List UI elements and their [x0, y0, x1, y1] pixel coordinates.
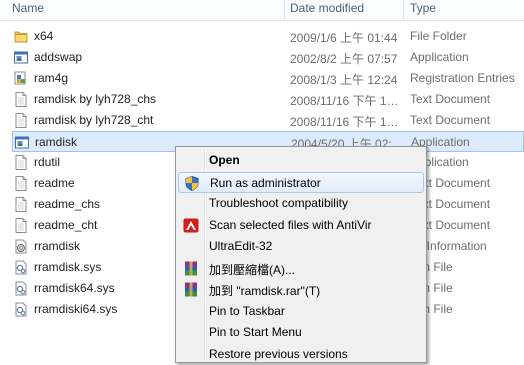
column-header-type[interactable]: Type — [410, 0, 436, 20]
file-type: Text Document — [410, 92, 491, 106]
file-name: ram4g — [34, 71, 69, 85]
menu-item-open[interactable]: Open — [178, 150, 424, 171]
column-header-name[interactable]: Name — [12, 0, 44, 20]
menu-item-label: Troubleshoot compatibility — [209, 196, 348, 210]
file-name: rramdisk — [34, 239, 81, 253]
folder-icon — [14, 29, 28, 44]
menu-item-restore-previous-versions[interactable]: Restore previous versions — [178, 344, 424, 365]
setup-info-icon — [14, 239, 28, 254]
file-name: rramdisk.sys — [34, 260, 102, 274]
winrar-icon — [183, 261, 199, 276]
registry-file-icon — [14, 71, 28, 86]
file-name: readme_cht — [34, 218, 98, 232]
menu-item-label: Restore previous versions — [209, 346, 348, 361]
text-document-icon — [14, 113, 28, 128]
application-icon — [15, 135, 29, 150]
menu-item-ultraedit-32[interactable]: UltraEdit-32 — [178, 236, 424, 257]
system-file-icon — [14, 260, 28, 275]
text-document-icon — [14, 176, 28, 191]
menu-item-label: Run as administrator — [210, 175, 321, 190]
text-document-icon — [14, 197, 28, 212]
file-name: rdutil — [34, 155, 61, 169]
file-name: ramdisk by lyh728_cht — [34, 113, 154, 127]
menu-item-label: Pin to Start Menu — [209, 325, 302, 339]
file-date-modified: 2002/8/2 上午 07:57 — [290, 52, 398, 66]
menu-item-label: UltraEdit-32 — [209, 239, 273, 253]
column-divider[interactable] — [403, 0, 404, 20]
menu-item-label: 加到 "ramdisk.rar"(T) — [209, 284, 321, 298]
file-name: ramdisk — [35, 135, 78, 149]
file-type: Text Document — [410, 113, 491, 127]
menu-item-pin-to-taskbar[interactable]: Pin to Taskbar — [178, 301, 424, 322]
menu-item-run-as-administrator[interactable]: Run as administrator — [178, 171, 424, 193]
file-date-modified: 2008/11/16 下午 1… — [290, 94, 399, 108]
file-date-modified: 2008/1/3 上午 12:24 — [290, 73, 398, 87]
text-document-icon — [14, 218, 28, 233]
menu-item-ramdisk-rar-t[interactable]: 加到 "ramdisk.rar"(T) — [178, 279, 424, 300]
menu-item-pin-to-start-menu[interactable]: Pin to Start Menu — [178, 322, 424, 343]
column-header-bar: Name Date modified Type — [0, 0, 524, 21]
antivir-icon — [183, 218, 199, 233]
winrar-icon — [183, 282, 199, 297]
file-type: File Folder — [410, 29, 467, 43]
file-row[interactable]: ramdisk by lyh728_chs 2008/11/16 下午 1… Tex… — [12, 89, 524, 110]
menu-item-label: Pin to Taskbar — [209, 303, 285, 318]
menu-item-label: Open — [209, 153, 240, 167]
text-document-icon — [14, 155, 28, 170]
menu-item-troubleshoot-compatibility[interactable]: Troubleshoot compatibility — [178, 193, 424, 214]
file-name: x64 — [34, 29, 54, 43]
menu-item-label: Scan selected files with AntiVir — [209, 217, 372, 232]
uac-shield-icon — [184, 175, 200, 191]
file-name: addswap — [34, 50, 83, 64]
column-divider[interactable] — [284, 0, 285, 20]
file-date-modified: 2009/1/6 上午 01:44 — [290, 31, 398, 45]
menu-item-a[interactable]: 加到壓縮檔(A)... — [178, 258, 424, 279]
file-row[interactable]: x64 2009/1/6 上午 01:44 File Folder — [12, 26, 524, 47]
file-name: ramdisk by lyh728_chs — [34, 92, 157, 106]
context-menu: Open Run as administrator Troubleshoot com… — [175, 146, 427, 363]
system-file-icon — [14, 281, 28, 296]
file-name: rramdisk64.sys — [34, 281, 115, 295]
file-type: Registration Entries — [410, 71, 515, 85]
file-name: rramdiski64.sys — [34, 302, 118, 316]
file-name: readme — [34, 176, 75, 190]
file-name: readme_chs — [34, 197, 101, 211]
file-row[interactable]: ramdisk by lyh728_cht 2008/11/16 下午 1… Tex… — [12, 110, 524, 131]
file-row[interactable]: addswap 2002/8/2 上午 07:57 Application — [12, 47, 524, 68]
menu-item-scan-selected-files-with-antivir[interactable]: Scan selected files with AntiVir — [178, 215, 424, 236]
application-icon — [14, 50, 28, 65]
text-document-icon — [14, 92, 28, 107]
file-date-modified: 2008/11/16 下午 1… — [290, 115, 399, 129]
file-row[interactable]: ram4g 2008/1/3 上午 12:24 Registration Entri… — [12, 68, 524, 89]
column-header-date[interactable]: Date modified — [290, 0, 364, 20]
system-file-icon — [14, 302, 28, 317]
menu-item-label: 加到壓縮檔(A)... — [209, 262, 295, 277]
file-type: Application — [410, 50, 469, 64]
